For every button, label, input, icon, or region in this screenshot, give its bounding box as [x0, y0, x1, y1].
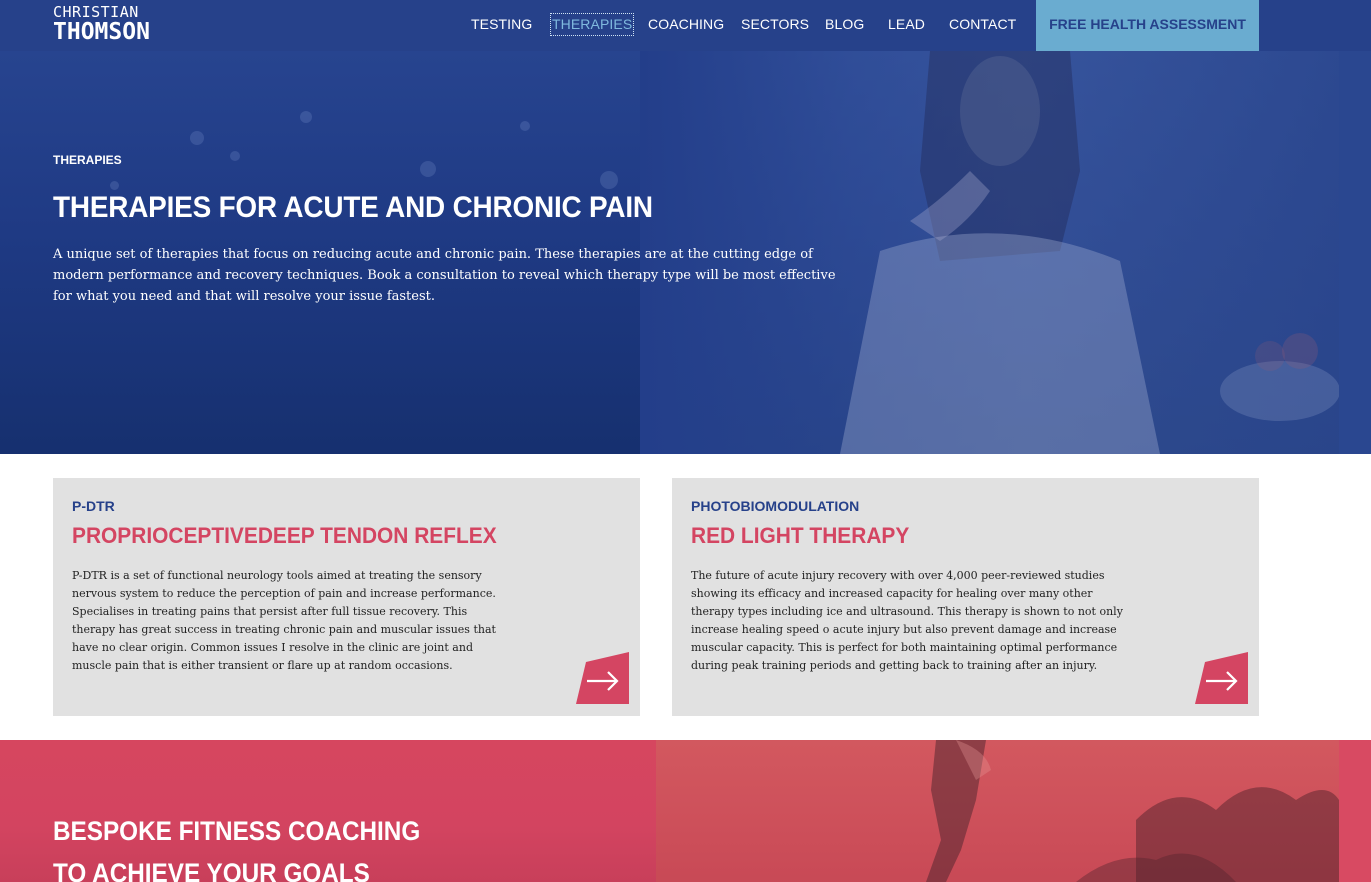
nav-item-testing[interactable]: TESTING — [471, 14, 532, 35]
page-title: THERAPIES FOR ACUTE AND CHRONIC PAIN — [53, 191, 653, 224]
nav-item-contact[interactable]: CONTACT — [949, 14, 1016, 35]
bokeh-light — [110, 181, 119, 190]
bokeh-light — [420, 161, 436, 177]
card-kicker: PHOTOBIOMODULATION — [691, 498, 860, 514]
therapy-card-red-light[interactable]: PHOTOBIOMODULATION RED LIGHT THERAPY The… — [672, 478, 1259, 716]
nav-item-lead[interactable]: LEAD — [888, 14, 925, 35]
bokeh-light — [520, 121, 530, 131]
coaching-title-line1: BESPOKE FITNESS COACHING — [53, 816, 421, 846]
arrow-right-icon[interactable] — [576, 652, 629, 704]
arrow-right-icon[interactable] — [1195, 652, 1248, 704]
nav-item-coaching[interactable]: COACHING — [648, 14, 724, 35]
bokeh-light — [600, 171, 618, 189]
nav-item-sectors[interactable]: SECTORS — [741, 14, 809, 35]
card-kicker: P-DTR — [72, 498, 115, 514]
coaching-section: BESPOKE FITNESS COACHING TO ACHIEVE YOUR… — [0, 740, 1371, 882]
hero-right-edge — [1339, 51, 1371, 454]
coaching-title: BESPOKE FITNESS COACHING TO ACHIEVE YOUR… — [53, 810, 420, 882]
card-title[interactable]: RED LIGHT THERAPY — [691, 523, 909, 549]
card-body: P-DTR is a set of functional neurology t… — [72, 569, 496, 672]
bokeh-light — [190, 131, 204, 145]
therapy-card-pdtr[interactable]: P-DTR PROPRIOCEPTIVEDEEP TENDON REFLEX P… — [53, 478, 640, 716]
hero-section: THERAPIES THERAPIES FOR ACUTE AND CHRONI… — [0, 51, 1371, 454]
coaching-title-line2: TO ACHIEVE YOUR GOALS — [53, 858, 370, 882]
hero-description: A unique set of therapies that focus on … — [53, 247, 836, 304]
bokeh-light — [230, 151, 240, 161]
bokeh-light — [300, 111, 312, 123]
band-right-edge — [1339, 740, 1371, 882]
card-title[interactable]: PROPRIOCEPTIVEDEEP TENDON REFLEX — [72, 523, 497, 549]
free-health-assessment-button[interactable]: FREE HEALTH ASSESSMENT — [1036, 0, 1259, 51]
nav-item-therapies[interactable]: THERAPIES — [549, 13, 635, 36]
coaching-photo — [656, 740, 1339, 882]
site-header: CHRISTIAN THOMSON TESTING THERAPIES COAC… — [0, 0, 1371, 51]
hero-kicker: THERAPIES — [53, 153, 122, 167]
card-body: The future of acute injury recovery with… — [691, 569, 1123, 672]
runner-silhouette-illustration — [926, 740, 1339, 882]
nav-item-blog[interactable]: BLOG — [825, 14, 864, 35]
